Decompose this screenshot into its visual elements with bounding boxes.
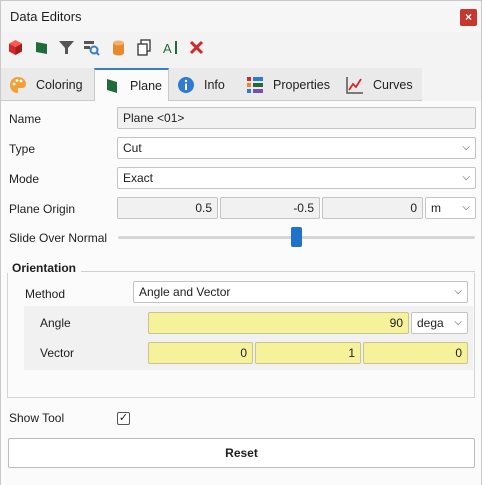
plane-editor-panel: Name Plane <01> Type Cut ⌵ Mode Exact ⌵ …: [1, 101, 481, 485]
angle-unit-value: dega: [417, 316, 444, 330]
tab-info[interactable]: Info: [177, 68, 239, 101]
origin-unit-dropdown[interactable]: m ⌵: [425, 197, 476, 219]
slide-over-normal-label: Slide Over Normal: [9, 231, 108, 245]
orientation-divider: [81, 271, 475, 272]
close-icon[interactable]: ×: [460, 9, 477, 26]
method-value: Angle and Vector: [139, 285, 231, 299]
tab-info-label: Info: [204, 77, 225, 92]
vector-y-field[interactable]: 1: [255, 342, 361, 364]
chevron-down-icon: ⌵: [462, 172, 470, 183]
grid-icon: [247, 76, 263, 93]
slide-over-normal-thumb[interactable]: [291, 227, 302, 247]
plane-origin-label: Plane Origin: [9, 202, 76, 216]
toolbar: A: [1, 35, 481, 61]
type-dropdown[interactable]: Cut ⌵: [117, 137, 476, 159]
show-tool-checkbox[interactable]: ✓: [117, 412, 130, 425]
copy-icon[interactable]: [136, 39, 153, 56]
tab-properties[interactable]: Properties: [246, 68, 336, 101]
type-value: Cut: [123, 141, 142, 155]
window-title: Data Editors: [10, 9, 82, 24]
chevron-down-icon: ⌵: [454, 317, 462, 328]
angle-unit-dropdown[interactable]: dega ⌵: [411, 312, 468, 334]
svg-text:A: A: [163, 41, 172, 56]
inspect-icon[interactable]: [83, 39, 100, 56]
method-dropdown[interactable]: Angle and Vector ⌵: [133, 281, 468, 303]
origin-y-field[interactable]: -0.5: [220, 197, 320, 219]
chevron-down-icon: ⌵: [462, 202, 470, 213]
filter-icon[interactable]: [58, 39, 75, 56]
palette-icon: [10, 76, 26, 93]
flag-icon[interactable]: [33, 39, 50, 56]
delete-icon[interactable]: [188, 39, 205, 56]
flag-icon: [107, 79, 117, 93]
show-tool-label: Show Tool: [9, 411, 65, 425]
chevron-down-icon: ⌵: [454, 286, 462, 297]
mode-dropdown[interactable]: Exact ⌵: [117, 167, 476, 189]
tab-plane-label: Plane: [130, 79, 162, 93]
origin-x-field[interactable]: 0.5: [117, 197, 218, 219]
tab-curves[interactable]: Curves: [346, 68, 418, 101]
tab-curves-label: Curves: [373, 77, 413, 92]
vector-label: Vector: [40, 346, 75, 360]
type-label: Type: [9, 142, 36, 156]
origin-z-field[interactable]: 0: [322, 197, 423, 219]
text-align-icon[interactable]: A: [162, 39, 179, 56]
mode-value: Exact: [123, 171, 154, 185]
vector-x-field[interactable]: 0: [148, 342, 253, 364]
method-label: Method: [25, 287, 66, 301]
title-bar: Data Editors ×: [1, 1, 481, 32]
tab-coloring[interactable]: Coloring: [9, 68, 95, 101]
tab-plane[interactable]: Plane: [94, 68, 169, 102]
origin-unit-value: m: [431, 201, 441, 215]
chevron-down-icon: ⌵: [462, 142, 470, 153]
cube-icon[interactable]: [7, 39, 24, 56]
angle-field[interactable]: 90: [148, 312, 409, 334]
name-field[interactable]: Plane <01>: [117, 107, 476, 129]
name-label: Name: [9, 112, 42, 126]
angle-label: Angle: [40, 316, 71, 330]
data-editors-window: Data Editors × A Coloring Plane Info Pro…: [0, 0, 482, 485]
tab-coloring-label: Coloring: [36, 77, 83, 92]
tab-properties-label: Properties: [273, 77, 330, 92]
mode-label: Mode: [9, 172, 40, 186]
tab-bar: Coloring Plane Info Properties Curves: [1, 68, 481, 102]
chart-icon: [346, 76, 363, 94]
reset-button[interactable]: Reset: [8, 438, 475, 468]
info-icon: [178, 76, 194, 93]
vector-z-field[interactable]: 0: [363, 342, 468, 364]
cylinder-icon[interactable]: [110, 39, 127, 56]
